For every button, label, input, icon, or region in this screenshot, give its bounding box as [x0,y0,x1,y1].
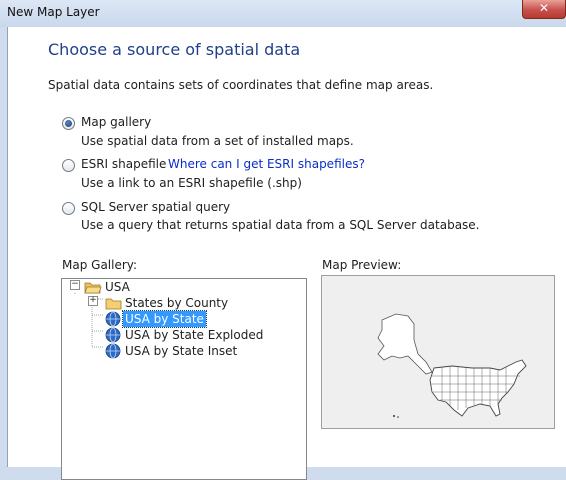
alaska-shape [377,313,433,375]
map-gallery-heading: Map Gallery: [62,258,138,272]
hawaii-island [397,416,399,418]
sql-spatial-query-label[interactable]: SQL Server spatial query [81,200,230,214]
tree-item-states-by-county-label: States by County [125,296,229,310]
map-gallery-description: Use spatial data from a set of installed… [81,134,354,148]
esri-shapefile-label[interactable]: ESRI shapefile [81,157,166,171]
sql-spatial-query-description: Use a query that returns spatial data fr… [81,218,480,232]
title-bar: New Map Layer ✕ [0,0,566,27]
globe-icon [105,327,121,343]
tree-expand-states-by-county-toggle[interactable]: + [88,296,98,306]
usa-map-preview [377,313,527,418]
folder-icon [105,298,122,310]
tree-item-states-by-county[interactable]: States by County [125,295,228,311]
tree-item-usa-by-state-exploded-label: USA by State Exploded [125,328,264,342]
page-heading: Choose a source of spatial data [48,40,301,59]
tree-item-usa[interactable]: USA [105,279,130,295]
sql-spatial-query-radio[interactable] [62,202,75,215]
tree-item-usa-by-state-inset-label: USA by State Inset [125,344,238,358]
continental-us-shape [429,359,527,417]
map-gallery-tree[interactable]: − USA + States by County USA by State US… [61,278,307,480]
tree-item-usa-label: USA [105,280,130,294]
map-preview-panel [321,275,555,429]
map-gallery-radio[interactable] [62,117,75,130]
map-preview-heading: Map Preview: [322,258,402,272]
tree-item-usa-by-state-exploded[interactable]: USA by State Exploded [125,327,263,343]
hawaii-island [393,415,395,417]
esri-shapefile-radio[interactable] [62,159,75,172]
dialog-content: Choose a source of spatial data Spatial … [7,27,566,480]
tree-item-usa-by-state-inset[interactable]: USA by State Inset [125,343,237,359]
esri-shapefile-help-link[interactable]: Where can I get ESRI shapefiles? [168,157,365,171]
globe-icon [105,311,121,327]
globe-icon [105,343,121,359]
esri-shapefile-description: Use a link to an ESRI shapefile (.shp) [81,176,302,190]
map-gallery-label[interactable]: Map gallery [81,115,151,129]
tree-item-usa-by-state-label: USA by State [122,310,207,328]
folder-open-icon [84,282,102,294]
tree-collapse-usa-toggle[interactable]: − [70,280,80,290]
window-title: New Map Layer [7,5,100,19]
page-description: Spatial data contains sets of coordinate… [48,78,434,92]
close-button[interactable]: ✕ [522,0,566,19]
